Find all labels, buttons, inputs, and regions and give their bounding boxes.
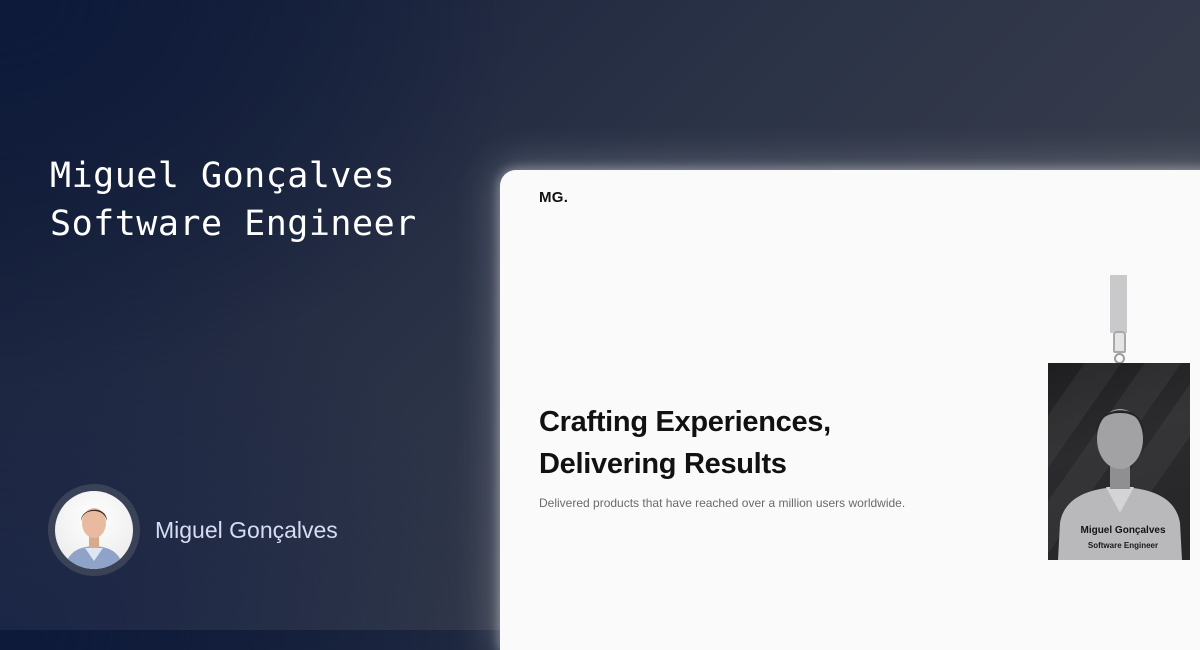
person-photo-icon [55,491,133,569]
site-logo[interactable]: MG. [539,189,568,206]
badge-role: Software Engineer [1087,541,1159,550]
badge-name: Miguel Gonçalves [1080,525,1166,536]
author-block: Miguel Gonçalves [48,484,338,576]
hero-title-line1: Crafting Experiences, [539,406,831,438]
id-badge: Miguel Gonçalves Software Engineer [1048,275,1190,565]
title-role: Software Engineer [50,204,417,244]
title-name: Miguel Gonçalves [50,156,396,196]
badge-card: Miguel Gonçalves Software Engineer [1048,363,1190,560]
hero-title: Crafting Experiences, Delivering Results [539,401,831,485]
hero-title-line2: Delivering Results [539,448,787,480]
lanyard-clip-icon [1113,331,1126,353]
avatar [48,484,140,576]
page-title: Miguel Gonçalves Software Engineer [50,152,417,248]
lanyard-strap [1110,275,1127,333]
website-preview: MG. Crafting Experiences, Delivering Res… [500,170,1200,650]
hero-subtitle: Delivered products that have reached ove… [539,496,906,510]
author-name: Miguel Gonçalves [155,516,338,543]
